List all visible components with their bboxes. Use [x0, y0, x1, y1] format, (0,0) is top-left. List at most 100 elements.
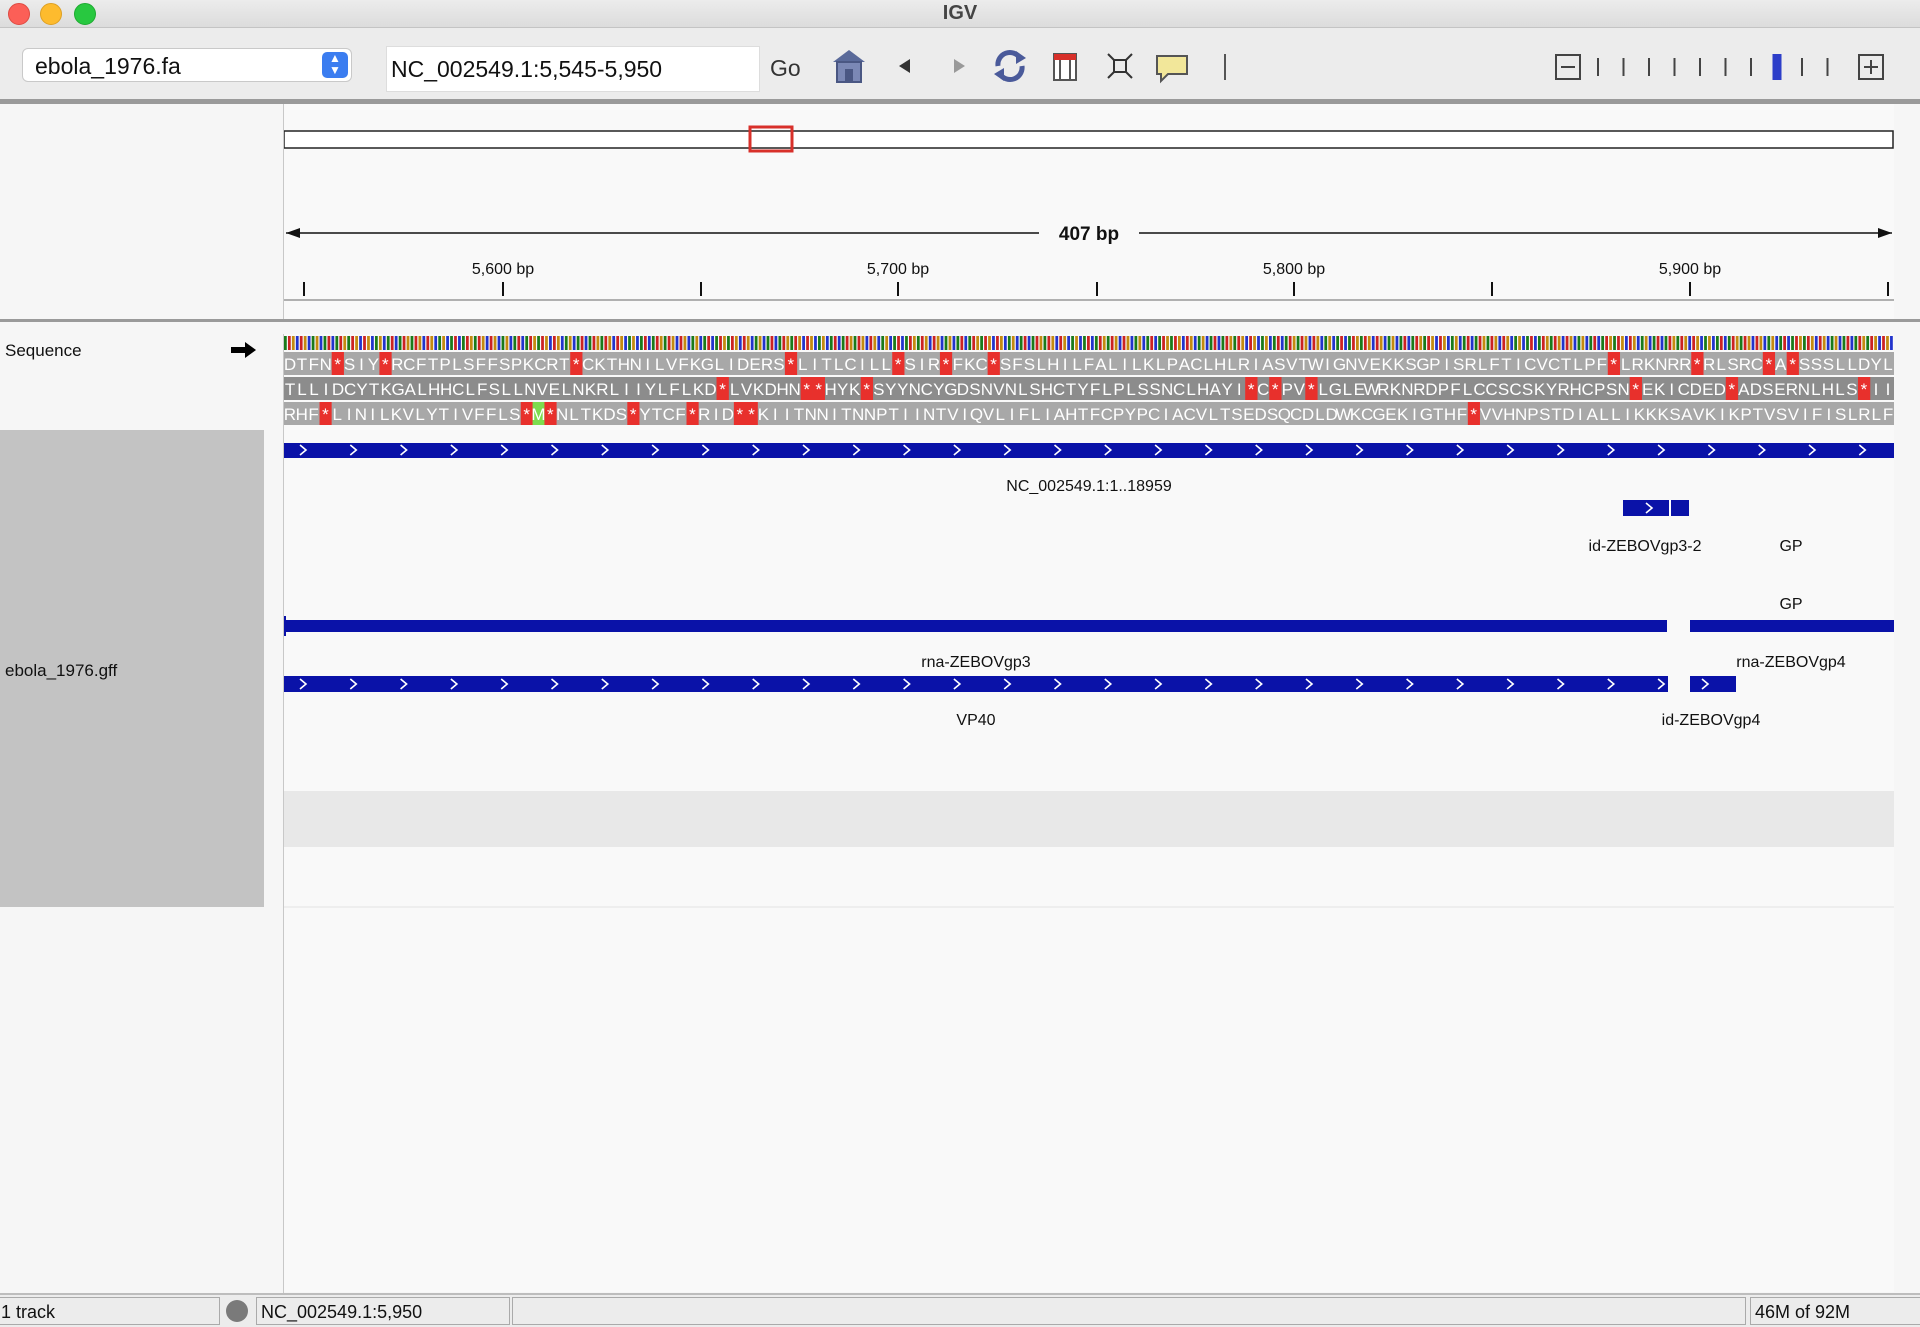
- zoom-out-icon[interactable]: [1554, 50, 1582, 84]
- data-panel[interactable]: D T F N * S I Y * R C F T P L S F F S P K C R T * C K T H N I L V F K G L I D E…: [284, 334, 1894, 1292]
- strand-arrow-icon[interactable]: [230, 340, 258, 360]
- amino-acid: F: [1883, 405, 1893, 424]
- zoom-thumb[interactable]: [1772, 54, 1782, 80]
- amino-acid: *: [523, 405, 530, 424]
- amino-acid: *: [322, 405, 329, 424]
- window-title: IGV: [942, 2, 978, 24]
- amino-acid: V: [983, 405, 995, 424]
- amino-acid: C: [344, 380, 356, 399]
- amino-acid: Y: [645, 380, 656, 399]
- status-message: [512, 1297, 1746, 1325]
- amino-acid: L: [610, 380, 619, 399]
- amino-acid: C: [976, 355, 988, 374]
- amino-acid: *: [803, 380, 810, 399]
- amino-acid: S: [1823, 355, 1834, 374]
- amino-acid: Q: [970, 405, 983, 424]
- amino-acid: T: [1501, 355, 1511, 374]
- amino-acid: A: [1209, 380, 1221, 399]
- home-icon[interactable]: [830, 46, 868, 86]
- genome-dropdown[interactable]: ebola_1976.fa ▲ ▼: [22, 48, 352, 82]
- sequence-track-label[interactable]: Sequence: [5, 341, 82, 361]
- gp4-cds-feature[interactable]: [1690, 676, 1736, 692]
- amino-acid: S: [1231, 405, 1242, 424]
- amino-acid: S: [904, 355, 915, 374]
- amino-acid: I: [1063, 355, 1068, 374]
- amino-acid: F: [1012, 355, 1022, 374]
- locus-input[interactable]: NC_002549.1:5,545-5,950: [386, 46, 760, 92]
- ruler-panel[interactable]: 407 bp 5,600 bp 5,700 bp 5,800 bp 5,900 …: [283, 104, 1894, 319]
- amino-acid: C: [1290, 405, 1302, 424]
- zoom-in-icon[interactable]: [1857, 50, 1885, 84]
- amino-acid: S: [1669, 405, 1680, 424]
- amino-acid: I: [903, 405, 908, 424]
- amino-acid: N: [805, 405, 817, 424]
- resize-icon[interactable]: [1104, 46, 1136, 86]
- genome-feature-bar[interactable]: [284, 443, 1894, 458]
- amino-acid: K: [753, 380, 765, 399]
- memory-usage[interactable]: 46M of 92M: [1750, 1297, 1920, 1325]
- amino-acid: I: [1827, 405, 1832, 424]
- amino-acid: R: [1557, 380, 1569, 399]
- back-icon[interactable]: [894, 46, 916, 86]
- amino-acid: V: [1480, 405, 1492, 424]
- amino-acid: T: [297, 355, 307, 374]
- amino-acid: S: [1149, 380, 1160, 399]
- amino-acid: P: [1594, 380, 1605, 399]
- amino-acid: H: [1569, 380, 1581, 399]
- amino-acid: K: [849, 380, 861, 399]
- amino-acid: C: [921, 380, 933, 399]
- amino-acid: S: [463, 355, 474, 374]
- amino-acid: Y: [639, 405, 650, 424]
- roi-icon[interactable]: [1050, 46, 1080, 86]
- amino-acid: L: [834, 355, 843, 374]
- amino-acid: V: [1358, 355, 1370, 374]
- amino-acid: L: [715, 355, 724, 374]
- ruler-svg: 407 bp 5,600 bp 5,700 bp 5,800 bp 5,900 …: [283, 125, 1894, 301]
- amino-acid: A: [1095, 355, 1107, 374]
- amino-acid: H: [618, 355, 630, 374]
- amino-acid: V: [537, 380, 549, 399]
- amino-acid: R: [698, 405, 710, 424]
- vp40-label: VP40: [956, 712, 995, 729]
- mrna-gp3-label: rna-ZEBOVgp3: [921, 654, 1030, 671]
- header-name-panel: [0, 104, 274, 319]
- vp40-cds-feature[interactable]: [284, 676, 1668, 692]
- status-bar: 1 track NC_002549.1:5,950 46M of 92M: [0, 1293, 1920, 1327]
- span-label: 407 bp: [1059, 224, 1119, 245]
- amino-acid: C: [1485, 380, 1497, 399]
- forward-icon[interactable]: [948, 46, 970, 86]
- amino-acid: C: [1548, 355, 1560, 374]
- amino-acid: V: [1196, 405, 1208, 424]
- amino-acid: V: [947, 405, 959, 424]
- amino-acid: K: [1350, 405, 1362, 424]
- amino-acid: L: [415, 405, 424, 424]
- amino-acid: V: [1492, 405, 1504, 424]
- annotation-track-label[interactable]: ebola_1976.gff: [5, 661, 117, 681]
- amino-acid: Y: [1221, 380, 1232, 399]
- refresh-icon[interactable]: [990, 46, 1030, 86]
- amino-acid: I: [714, 405, 719, 424]
- amino-acid: Y: [885, 380, 896, 399]
- amino-acid: F: [1597, 355, 1607, 374]
- amino-acid: E: [1774, 380, 1785, 399]
- go-button[interactable]: Go: [770, 55, 801, 82]
- amino-acid: *: [573, 355, 580, 374]
- mrna-gp4-feature[interactable]: [1690, 620, 1894, 632]
- amino-acid: N: [981, 380, 993, 399]
- amino-acid: K: [391, 405, 403, 424]
- zoom-slider[interactable]: [1590, 50, 1830, 84]
- amino-acid: L: [1343, 380, 1352, 399]
- amino-acid: Y: [1546, 380, 1557, 399]
- genome-feature-label: NC_002549.1:1..18959: [1006, 478, 1172, 495]
- amino-acid: L: [514, 380, 523, 399]
- mrna-gp3-feature[interactable]: [284, 620, 1667, 632]
- gp-exon-feature[interactable]: [1623, 500, 1689, 516]
- popup-info-icon[interactable]: [1154, 46, 1190, 86]
- amino-acid: F: [486, 405, 496, 424]
- amino-acid: E: [1370, 355, 1381, 374]
- chromosome-ideogram[interactable]: [283, 130, 1894, 149]
- amino-acid: I: [1886, 380, 1891, 399]
- amino-acid: S: [873, 380, 884, 399]
- amino-acid: H: [776, 380, 788, 399]
- amino-acid: I: [1669, 380, 1674, 399]
